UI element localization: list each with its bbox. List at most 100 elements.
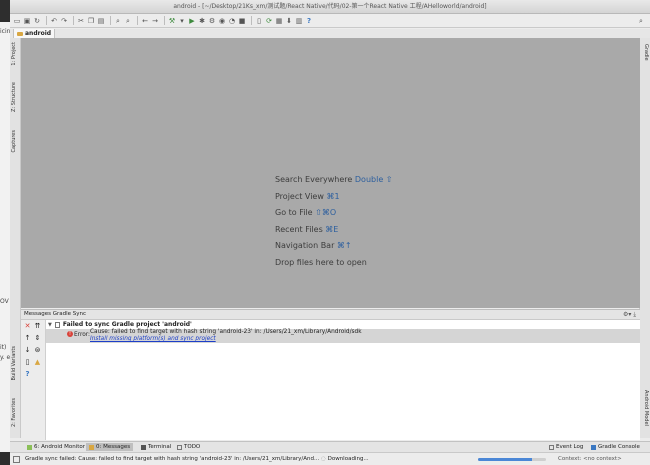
tab-favorites[interactable]: 2: Favorites bbox=[11, 398, 17, 427]
tab-messages[interactable]: 0: Messages bbox=[86, 443, 134, 451]
hint-search-everywhere: Search Everywhere Double ⇧ bbox=[275, 172, 392, 189]
paste-icon[interactable]: ▤ bbox=[97, 17, 105, 25]
messages-panel: Messages Gradle Sync ⚙▾ ⤓ ✕ ⇈ ↑ ⇕ ↓ ⊜ ▯ … bbox=[21, 309, 640, 440]
folder-icon bbox=[17, 31, 23, 36]
toolbar-separator bbox=[110, 16, 111, 25]
avd-manager-icon[interactable]: ▯ bbox=[255, 17, 263, 25]
filter-icon[interactable]: ⊜ bbox=[34, 347, 41, 354]
hint-go-to-file: Go to File ⇧⌘O bbox=[275, 205, 392, 222]
error-message-row[interactable]: ! Error: Cause: failed to find target wi… bbox=[46, 329, 640, 343]
cut-icon[interactable]: ✂ bbox=[77, 17, 85, 25]
back-icon[interactable]: ← bbox=[141, 17, 149, 25]
debug-icon[interactable]: ✱ bbox=[198, 17, 206, 25]
find-icon[interactable]: ⌕ bbox=[114, 17, 122, 25]
run-config-dropdown-icon[interactable]: ▾ bbox=[178, 17, 186, 25]
toolbar-separator bbox=[46, 16, 47, 25]
tab-gradle[interactable]: Gradle bbox=[643, 44, 649, 61]
terminal-icon bbox=[141, 444, 146, 450]
editor-area[interactable]: Search Everywhere Double ⇧ Project View … bbox=[21, 38, 640, 308]
tab-android-monitor[interactable]: 6: Android Monitor bbox=[24, 443, 88, 451]
run-icon[interactable]: ▶ bbox=[188, 17, 196, 25]
message-group-row[interactable]: ▼ Failed to sync Gradle project 'android… bbox=[46, 320, 640, 329]
message-group-label: Failed to sync Gradle project 'android' bbox=[62, 321, 192, 328]
download-progress-bar bbox=[478, 458, 546, 461]
warning-icon[interactable]: ▲ bbox=[34, 359, 41, 366]
redo-icon[interactable]: ↷ bbox=[60, 17, 68, 25]
tab-build-variants[interactable]: Build Variants bbox=[11, 346, 17, 380]
android-icon bbox=[27, 444, 32, 450]
android-device-monitor-icon[interactable]: ▥ bbox=[295, 17, 303, 25]
background-text: it) bbox=[0, 344, 7, 351]
toolbar-separator bbox=[251, 16, 252, 25]
context-indicator[interactable]: Context: <no context> bbox=[558, 453, 622, 465]
help-icon[interactable]: ? bbox=[24, 371, 31, 378]
tab-label: 0: Messages bbox=[96, 444, 131, 450]
hint-project-view: Project View ⌘1 bbox=[275, 189, 392, 206]
expand-all-icon[interactable]: ⇕ bbox=[34, 335, 41, 342]
gradle-console-icon bbox=[591, 444, 596, 450]
hint-recent-files: Recent Files ⌘E bbox=[275, 222, 392, 239]
replace-icon[interactable]: ⌕ bbox=[124, 17, 132, 25]
error-label: Error: bbox=[74, 332, 90, 338]
hint-text: Go to File bbox=[275, 208, 313, 217]
tab-event-log[interactable]: Event Log bbox=[546, 443, 586, 451]
hint-drop-files: Drop files here to open bbox=[275, 255, 392, 272]
hint-text: Navigation Bar bbox=[275, 241, 335, 250]
empty-editor-hints: Search Everywhere Double ⇧ Project View … bbox=[275, 172, 392, 271]
hint-text: Project View bbox=[275, 191, 324, 201]
undo-icon[interactable]: ↶ bbox=[50, 17, 58, 25]
file-icon bbox=[54, 321, 60, 328]
tab-captures[interactable]: Captures bbox=[11, 130, 17, 153]
export-icon[interactable]: ▯ bbox=[24, 359, 31, 366]
panel-toolbar: ✕ ⇈ ↑ ⇕ ↓ ⊜ ▯ ▲ ? bbox=[21, 320, 46, 440]
event-log-icon bbox=[549, 444, 554, 450]
window-title: android - [~/Desktop/21Ks_xm/测试题/React N… bbox=[10, 0, 650, 14]
panel-title: Messages Gradle Sync bbox=[24, 311, 87, 317]
search-everywhere-icon[interactable]: ⌕ bbox=[637, 17, 645, 25]
toolbar-separator bbox=[73, 16, 74, 25]
progress-fill bbox=[478, 458, 533, 461]
panel-header: Messages Gradle Sync ⚙▾ ⤓ bbox=[21, 310, 640, 320]
install-platform-link[interactable]: Install missing platform(s) and sync pro… bbox=[90, 336, 216, 343]
status-bar: Gradle sync failed: Cause: failed to fin… bbox=[10, 452, 650, 465]
status-message[interactable]: Gradle sync failed: Cause: failed to fin… bbox=[25, 453, 369, 465]
coverage-icon[interactable]: ◉ bbox=[218, 17, 226, 25]
up-arrow-icon[interactable]: ↑ bbox=[24, 335, 31, 342]
build-hammer-icon[interactable]: ⚒ bbox=[168, 17, 176, 25]
tab-gradle-console[interactable]: Gradle Console bbox=[588, 443, 643, 451]
ide-window: android - [~/Desktop/21Ks_xm/测试题/React N… bbox=[10, 0, 650, 465]
help-icon[interactable]: ? bbox=[305, 17, 313, 25]
error-text: Cause: failed to find target with hash s… bbox=[90, 329, 362, 335]
attach-debugger-icon[interactable]: ⚙ bbox=[208, 17, 216, 25]
tool-windows-icon[interactable] bbox=[13, 456, 20, 463]
tab-todo[interactable]: TODO bbox=[174, 443, 203, 451]
sdk-manager-icon[interactable]: ⬇ bbox=[285, 17, 293, 25]
sync-icon[interactable]: ↻ bbox=[33, 17, 41, 25]
expand-triangle-icon[interactable]: ▼ bbox=[48, 322, 52, 328]
background-text: icin bbox=[0, 28, 11, 35]
hint-shortcut: ⌘↑ bbox=[336, 241, 352, 250]
gradle-sync-icon[interactable]: ⟳ bbox=[265, 17, 273, 25]
close-icon[interactable]: ✕ bbox=[24, 323, 31, 330]
message-tree: ▼ Failed to sync Gradle project 'android… bbox=[46, 320, 640, 440]
forward-icon[interactable]: → bbox=[151, 17, 159, 25]
rerun-icon[interactable]: ⇈ bbox=[34, 323, 41, 330]
tab-label: Event Log bbox=[556, 444, 584, 450]
error-icon: ! bbox=[67, 331, 73, 337]
tab-android-model[interactable]: Android Model bbox=[643, 390, 649, 426]
profile-icon[interactable]: ◔ bbox=[228, 17, 236, 25]
stop-icon[interactable]: ■ bbox=[238, 17, 246, 25]
copy-icon[interactable]: ❐ bbox=[87, 17, 95, 25]
tab-structure[interactable]: Z: Structure bbox=[11, 82, 17, 112]
breadcrumb-label: android bbox=[25, 30, 52, 37]
tab-terminal[interactable]: Terminal bbox=[138, 443, 174, 451]
panel-settings-icon[interactable]: ⚙▾ ⤓ bbox=[623, 310, 636, 319]
hint-shortcut: ⌘E bbox=[325, 224, 339, 234]
hint-shortcut: Double ⇧ bbox=[354, 175, 393, 184]
project-structure-icon[interactable]: ▦ bbox=[275, 17, 283, 25]
tab-label: 6: Android Monitor bbox=[34, 444, 86, 450]
save-icon[interactable]: ▣ bbox=[23, 17, 31, 25]
open-folder-icon[interactable]: ▭ bbox=[13, 17, 21, 25]
tab-project[interactable]: 1: Project bbox=[11, 42, 17, 66]
down-arrow-icon[interactable]: ↓ bbox=[24, 347, 31, 354]
